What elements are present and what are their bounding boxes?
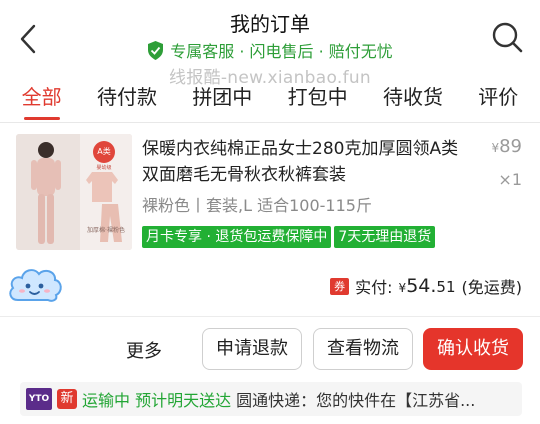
paid-amount-dec: 51 <box>436 278 456 296</box>
badge-freight-insurance: 月卡专享 · 退货包运费保障中 <box>142 226 332 248</box>
new-badge: 新 <box>57 389 77 409</box>
tab-group-buying[interactable]: 拼团中 <box>192 80 252 120</box>
section-divider <box>0 316 540 317</box>
product-quantity: ×1 <box>498 170 522 189</box>
paid-amount: ¥54.51 <box>399 275 456 297</box>
paid-summary: 券 实付: ¥54.51 (免运费) <box>330 274 522 298</box>
shipping-status: 运输中 预计明天送达 <box>82 391 232 410</box>
confirm-receipt-button[interactable]: 确认收货 <box>423 328 523 370</box>
thumb-caption: 加厚棉·裸粉色 <box>87 226 125 234</box>
tab-review[interactable]: 评价 <box>478 80 518 120</box>
tab-packing[interactable]: 打包中 <box>288 80 348 120</box>
product-price: ¥89 <box>491 136 522 157</box>
more-button[interactable]: 更多 <box>126 337 162 363</box>
product-spec: 裸粉色丨套装,L 适合100-115斤 <box>142 196 372 215</box>
cloud-mascot-icon[interactable] <box>6 262 64 306</box>
service-guarantee[interactable]: 专属客服 · 闪电售后 · 赔付无忧 <box>0 38 540 62</box>
page-title: 我的订单 <box>230 12 310 36</box>
paid-amount-int: 54. <box>406 275 437 297</box>
apply-refund-button[interactable]: 申请退款 <box>202 328 302 370</box>
product-image[interactable]: A类 婴幼级 加厚棉·裸粉色 <box>16 134 132 250</box>
order-item[interactable]: A类 婴幼级 加厚棉·裸粉色 保暖内衣纯棉正品女士280克加厚圆领A类双面磨毛无… <box>14 134 532 252</box>
paid-label: 实付: <box>355 278 393 297</box>
product-name[interactable]: 保暖内衣纯棉正品女士280克加厚圆领A类双面磨毛无骨秋衣秋裤套装 <box>142 136 460 188</box>
yto-logo: YTO <box>26 388 52 410</box>
view-logistics-button[interactable]: 查看物流 <box>313 328 413 370</box>
header: 我的订单 专属客服 · 闪电售后 · 赔付无忧 <box>0 0 540 68</box>
tab-pending-receipt[interactable]: 待收货 <box>383 80 443 120</box>
thumb-badge-sub: 婴幼级 <box>96 164 111 171</box>
shield-check-icon <box>148 40 164 60</box>
guarantee-text: 专属客服 · 闪电售后 · 赔付无忧 <box>170 42 393 61</box>
order-tabs: 全部 待付款 拼团中 打包中 待收货 评价 <box>0 80 540 120</box>
shipping-status-bar[interactable]: YTO 新 运输中 预计明天送达 圆通快递：您的快件在【江苏省... <box>20 382 522 416</box>
thumb-badge: A类 <box>97 146 110 156</box>
shipping-detail: 圆通快递：您的快件在【江苏省... <box>236 391 476 410</box>
tab-all[interactable]: 全部 <box>22 80 62 120</box>
service-badges: 月卡专享 · 退货包运费保障中 7天无理由退货 <box>142 226 436 248</box>
shipping-fee: (免运费) <box>461 278 523 297</box>
price-value: 89 <box>499 136 522 157</box>
coupon-icon: 券 <box>330 277 350 295</box>
search-icon[interactable] <box>490 20 524 54</box>
order-actions: 更多 申请退款 查看物流 确认收货 <box>0 328 540 372</box>
price-currency: ¥ <box>491 141 500 155</box>
tabs-divider <box>0 122 540 123</box>
badge-7day-return: 7天无理由退货 <box>334 226 436 248</box>
tab-pending-payment[interactable]: 待付款 <box>97 80 157 120</box>
